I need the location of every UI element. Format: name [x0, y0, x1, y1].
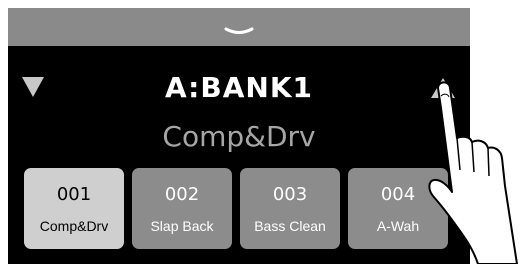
pointing-hand-icon: [428, 81, 518, 264]
stage: A:BANK1 Comp&Drv 001 Comp&Drv 002 Slap B…: [0, 0, 520, 264]
